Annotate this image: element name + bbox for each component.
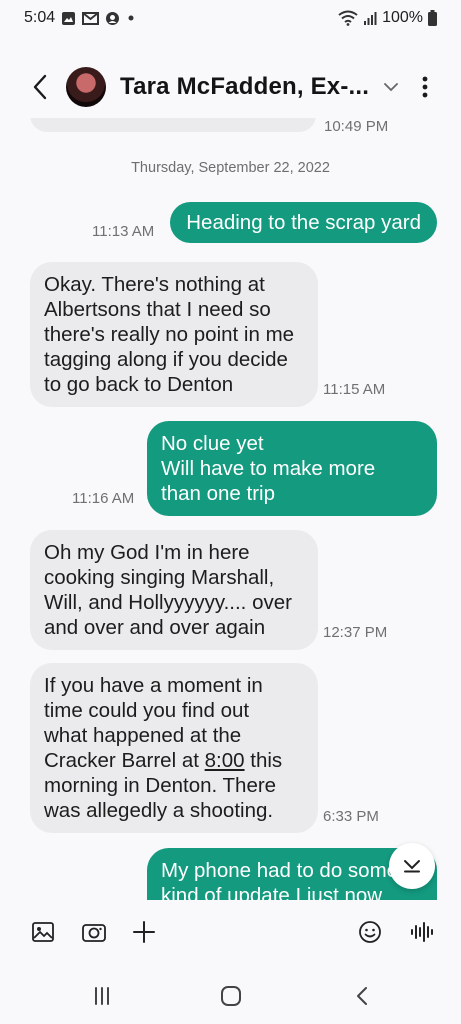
image-icon xyxy=(61,11,76,26)
time-link[interactable]: 8:00 xyxy=(205,749,245,772)
message-timestamp: 6:33 PM xyxy=(323,808,379,825)
home-button[interactable] xyxy=(215,980,247,1012)
contact-name[interactable]: Tara McFadden, Ex-... xyxy=(120,73,369,101)
outgoing-message-bubble[interactable]: Heading to the scrap yard xyxy=(170,202,437,243)
home-icon xyxy=(221,986,241,1006)
back-nav-button[interactable] xyxy=(346,980,378,1012)
status-left: 5:04 xyxy=(24,9,136,27)
more-options-button[interactable] xyxy=(413,67,437,107)
incoming-message-bubble[interactable]: Okay. There's nothing at Albertsons that… xyxy=(30,262,318,407)
chevron-down-icon xyxy=(404,860,420,873)
status-bar: 5:04 100% xyxy=(0,0,461,36)
message-timestamp: 10:49 PM xyxy=(324,118,389,135)
messenger-icon xyxy=(105,11,120,26)
incoming-message-bubble[interactable]: Oh my God I'm in here cooking singing Ma… xyxy=(30,530,318,650)
battery-percent: 100% xyxy=(382,9,423,26)
date-separator: Thursday, September 22, 2022 xyxy=(131,160,330,176)
gmail-icon xyxy=(82,11,100,25)
recent-apps-button[interactable] xyxy=(86,980,118,1012)
wifi-icon xyxy=(338,10,358,26)
voice-icon xyxy=(411,922,433,942)
message-timestamp: 11:13 AM xyxy=(92,223,155,240)
message-timestamp: 11:15 AM xyxy=(323,381,386,398)
message-list[interactable]: 10:49 PM Thursday, September 22, 2022 11… xyxy=(0,118,461,900)
recent-apps-icon xyxy=(95,987,109,1005)
back-arrow-icon xyxy=(33,74,47,100)
conversation-header: Tara McFadden, Ex-... xyxy=(0,56,461,118)
camera-icon xyxy=(82,924,106,942)
dot-icon xyxy=(126,13,136,23)
expand-contact-button[interactable] xyxy=(379,75,403,99)
emoji-button[interactable] xyxy=(352,914,388,950)
message-timestamp: 11:16 AM xyxy=(72,490,135,507)
voice-record-button[interactable] xyxy=(404,914,440,950)
scroll-to-bottom-button[interactable] xyxy=(389,843,435,889)
back-nav-icon xyxy=(357,987,367,1005)
status-right: 100% xyxy=(338,9,437,27)
more-vertical-icon xyxy=(422,76,428,98)
signal-icon xyxy=(363,11,377,25)
battery-icon xyxy=(428,10,437,26)
message-timestamp: 12:37 PM xyxy=(323,624,388,641)
chevron-down-icon xyxy=(384,82,399,91)
add-attachment-button[interactable] xyxy=(126,914,162,950)
composer-toolbar xyxy=(0,900,461,964)
avatar[interactable] xyxy=(66,67,106,107)
back-button[interactable] xyxy=(20,67,60,107)
system-navigation-bar xyxy=(0,966,461,1024)
emoji-icon xyxy=(359,921,381,943)
add-icon xyxy=(133,921,155,943)
camera-button[interactable] xyxy=(76,914,112,950)
incoming-message-bubble[interactable]: If you have a moment in time could you f… xyxy=(30,663,318,833)
status-time: 5:04 xyxy=(24,9,56,26)
gallery-icon xyxy=(32,922,54,942)
partial-message-bubble[interactable] xyxy=(30,118,316,132)
gallery-button[interactable] xyxy=(25,914,61,950)
outgoing-message-bubble[interactable]: No clue yet Will have to make more than … xyxy=(147,421,437,516)
